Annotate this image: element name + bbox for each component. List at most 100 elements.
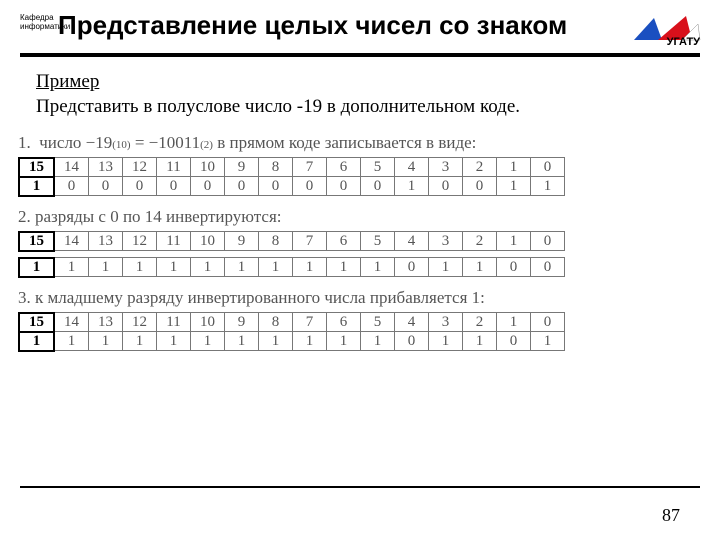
bit-cell: 0	[259, 177, 293, 196]
bit-cell: 7	[293, 232, 327, 251]
bit-cell: 7	[293, 313, 327, 332]
bit-cell: 4	[395, 232, 429, 251]
bit-cell: 0	[497, 258, 531, 277]
bit-cell: 1	[19, 258, 54, 277]
bit-cell: 1	[54, 332, 89, 351]
bit-cell: 1	[463, 258, 497, 277]
bit-cell: 3	[429, 313, 463, 332]
bit-cell: 1	[191, 332, 225, 351]
bit-cell: 4	[395, 158, 429, 177]
bit-cell: 1	[191, 258, 225, 277]
bit-cell: 15	[19, 313, 54, 332]
bit-cell: 1	[157, 332, 191, 351]
bit-cell: 14	[54, 232, 89, 251]
bit-cell: 1	[497, 177, 531, 196]
bit-cell: 0	[361, 177, 395, 196]
bit-cell: 1	[429, 332, 463, 351]
bit-cell: 1	[463, 332, 497, 351]
bit-cell: 1	[123, 258, 157, 277]
bit-cell: 3	[429, 158, 463, 177]
bit-cell: 1	[293, 332, 327, 351]
table-step-2: 1514131211109876543210 1111111111101100	[18, 231, 565, 278]
bit-cell: 1	[225, 332, 259, 351]
bit-cell: 15	[19, 232, 54, 251]
bit-cell: 2	[463, 158, 497, 177]
bit-cell: 10	[191, 158, 225, 177]
bit-cell: 2	[463, 232, 497, 251]
bit-cell: 9	[225, 232, 259, 251]
bit-cell: 1	[123, 332, 157, 351]
bit-cell: 12	[123, 158, 157, 177]
step-2-text: 2. разряды с 0 по 14 инвертируются:	[18, 207, 684, 227]
bit-cell: 0	[54, 177, 89, 196]
bit-cell: 12	[123, 313, 157, 332]
bit-cell: 1	[497, 232, 531, 251]
bit-cell: 11	[157, 313, 191, 332]
bit-cell: 8	[259, 158, 293, 177]
bit-cell: 13	[89, 313, 123, 332]
bit-cell: 14	[54, 313, 89, 332]
bit-cell: 0	[531, 258, 565, 277]
bit-cell: 0	[293, 177, 327, 196]
bit-cell: 1	[259, 258, 293, 277]
bit-cell: 1	[531, 332, 565, 351]
bit-cell: 0	[531, 313, 565, 332]
example-task: Представить в полуслове число -19 в допо…	[36, 95, 684, 119]
bit-cell: 5	[361, 158, 395, 177]
bit-cell: 0	[531, 232, 565, 251]
bit-cell: 0	[497, 332, 531, 351]
bit-cell: 0	[429, 177, 463, 196]
bit-cell: 14	[54, 158, 89, 177]
bit-cell: 0	[395, 258, 429, 277]
bit-cell: 0	[89, 177, 123, 196]
bit-cell: 0	[395, 332, 429, 351]
bit-cell: 11	[157, 158, 191, 177]
bit-cell: 1	[327, 258, 361, 277]
slide-header: Кафедра информатики Представление целых …	[0, 0, 720, 41]
bit-cell: 4	[395, 313, 429, 332]
bit-cell: 1	[89, 258, 123, 277]
bit-cell: 0	[463, 177, 497, 196]
bit-cell: 1	[531, 177, 565, 196]
bit-cell: 1	[259, 332, 293, 351]
bit-cell: 1	[54, 258, 89, 277]
bit-cell: 13	[89, 158, 123, 177]
bit-cell: 0	[157, 177, 191, 196]
example-heading: Пример	[36, 71, 684, 93]
bit-cell: 1	[497, 158, 531, 177]
slide-title: Представление целых чисел со знаком	[20, 10, 700, 41]
bit-cell: 6	[327, 313, 361, 332]
bit-cell: 1	[361, 258, 395, 277]
bit-cell: 9	[225, 158, 259, 177]
org-label: УГАТУ	[667, 36, 700, 48]
bit-cell: 1	[429, 258, 463, 277]
bit-cell: 1	[225, 258, 259, 277]
step-3-text: 3. к младшему разряду инвертированного ч…	[18, 288, 684, 308]
bit-cell: 12	[123, 232, 157, 251]
slide-content: Пример Представить в полуслове число -19…	[0, 57, 720, 352]
bit-cell: 1	[293, 258, 327, 277]
bit-cell: 9	[225, 313, 259, 332]
bit-cell: 0	[123, 177, 157, 196]
department-label: Кафедра информатики	[20, 14, 70, 32]
bit-cell: 1	[157, 258, 191, 277]
page-number: 87	[662, 505, 680, 526]
bit-cell: 1	[19, 177, 54, 196]
step-1-text: 1. число −19(10) = −10011(2) в прямом ко…	[18, 133, 684, 153]
bit-cell: 1	[89, 332, 123, 351]
bit-cell: 8	[259, 232, 293, 251]
bit-cell: 5	[361, 232, 395, 251]
footer-divider	[20, 486, 700, 488]
bit-cell: 10	[191, 313, 225, 332]
bit-cell: 1	[327, 332, 361, 351]
bit-cell: 8	[259, 313, 293, 332]
bit-cell: 7	[293, 158, 327, 177]
bit-cell: 13	[89, 232, 123, 251]
table-step-3: 1514131211109876543210 1111111111101101	[18, 312, 565, 352]
bit-cell: 0	[327, 177, 361, 196]
bit-cell: 6	[327, 158, 361, 177]
bit-cell: 1	[497, 313, 531, 332]
bit-cell: 0	[531, 158, 565, 177]
bit-cell: 15	[19, 158, 54, 177]
bit-cell: 10	[191, 232, 225, 251]
